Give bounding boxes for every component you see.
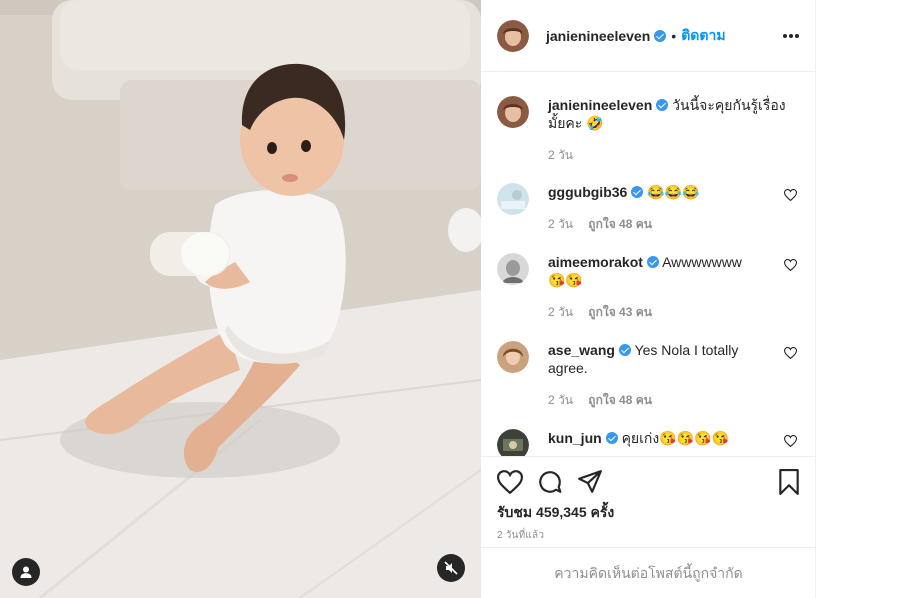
comment-like-heart-icon[interactable] xyxy=(784,189,797,201)
comment-time[interactable]: 2 วัน xyxy=(548,305,573,319)
post-actions-section: รับชม 459,345 ครั้ง 2 วันที่แล้ว ความคิด… xyxy=(481,456,816,598)
post-video[interactable] xyxy=(0,0,481,598)
comment-meta: 2 วัน ถูกใจ 43 คน xyxy=(548,303,652,322)
post-timestamp[interactable]: 2 วันที่แล้ว xyxy=(497,528,544,543)
comment-body: ase_wang Yes Nola I totally agree. xyxy=(548,341,763,377)
comment-body: aimeemorakot Awwwwwww 😘😘 xyxy=(548,253,763,289)
comment-meta: 2 วัน ถูกใจ 48 คน xyxy=(548,391,652,410)
heart-icon[interactable] xyxy=(497,469,523,495)
comment-body: kun_jun คุยเก่ง😘😘😘😘 xyxy=(548,429,763,447)
comment-time[interactable]: 2 วัน xyxy=(548,393,573,407)
comment-username[interactable]: aimeemorakot xyxy=(548,254,643,270)
more-options-icon[interactable] xyxy=(781,26,801,46)
instagram-post-view: janienineeleven • ติดตาม janienineeleven… xyxy=(0,0,916,598)
comment-meta: 2 วัน ถูกใจ 48 คน xyxy=(548,215,652,234)
comment-like-heart-icon[interactable] xyxy=(784,259,797,271)
verified-badge-icon xyxy=(654,29,667,42)
bookmark-icon[interactable] xyxy=(777,469,801,495)
author-avatar[interactable] xyxy=(497,19,529,52)
caption-meta: 2 วัน xyxy=(548,146,585,165)
caption-body: janienineeleven วันนี้จะคุยกันรู้เรื่องม… xyxy=(548,96,788,132)
caption-username[interactable]: janienineeleven xyxy=(548,97,652,113)
speaker-muted-icon xyxy=(444,561,458,575)
post-details-panel: janienineeleven • ติดตาม janienineeleven… xyxy=(481,0,816,598)
comment-like-heart-icon[interactable] xyxy=(784,347,797,359)
verified-badge-icon xyxy=(605,432,618,444)
comment-likes[interactable]: ถูกใจ 48 คน xyxy=(588,393,652,407)
comment-username[interactable]: kun_jun xyxy=(548,430,602,446)
comment-icon[interactable] xyxy=(537,469,563,495)
mute-toggle-button[interactable] xyxy=(437,554,465,582)
comment-text: คุยเก่ง😘😘😘😘 xyxy=(621,430,729,446)
comment-username[interactable]: gggubgib36 xyxy=(548,184,627,200)
comment-likes[interactable]: ถูกใจ 48 คน xyxy=(588,217,652,231)
view-count[interactable]: รับชม 459,345 ครั้ง xyxy=(497,502,614,524)
commenter-avatar[interactable] xyxy=(497,341,529,373)
author-avatar[interactable] xyxy=(497,96,529,128)
author-username[interactable]: janienineeleven xyxy=(546,28,650,44)
comment-time[interactable]: 2 วัน xyxy=(548,217,573,231)
video-frame-baby-sitting xyxy=(0,0,481,598)
user-icon xyxy=(20,566,32,578)
separator-dot: • xyxy=(671,27,677,44)
commenter-avatar[interactable] xyxy=(497,429,529,456)
comment-text: 😂😂😂 xyxy=(647,184,700,200)
commenter-avatar[interactable] xyxy=(497,253,529,285)
comment-username[interactable]: ase_wang xyxy=(548,342,615,358)
comment-body: gggubgib36 😂😂😂 xyxy=(548,183,763,201)
paper-plane-icon[interactable] xyxy=(577,469,603,495)
post-header: janienineeleven • ติดตาม xyxy=(481,0,815,72)
comments-limited-notice: ความคิดเห็นต่อโพสต์นี้ถูกจำกัด xyxy=(481,547,816,598)
commenter-avatar[interactable] xyxy=(497,183,529,215)
comment-like-heart-icon[interactable] xyxy=(784,435,797,447)
comment-likes[interactable]: ถูกใจ 43 คน xyxy=(588,305,652,319)
verified-badge-icon xyxy=(646,256,659,268)
comments-list[interactable]: janienineeleven วันนี้จะคุยกันรู้เรื่องม… xyxy=(481,72,816,456)
verified-badge-icon xyxy=(631,186,644,198)
verified-badge-icon xyxy=(656,99,669,111)
follow-button[interactable]: ติดตาม xyxy=(681,25,725,47)
caption-time[interactable]: 2 วัน xyxy=(548,148,573,162)
verified-badge-icon xyxy=(618,344,631,356)
tagged-users-button[interactable] xyxy=(12,558,40,586)
